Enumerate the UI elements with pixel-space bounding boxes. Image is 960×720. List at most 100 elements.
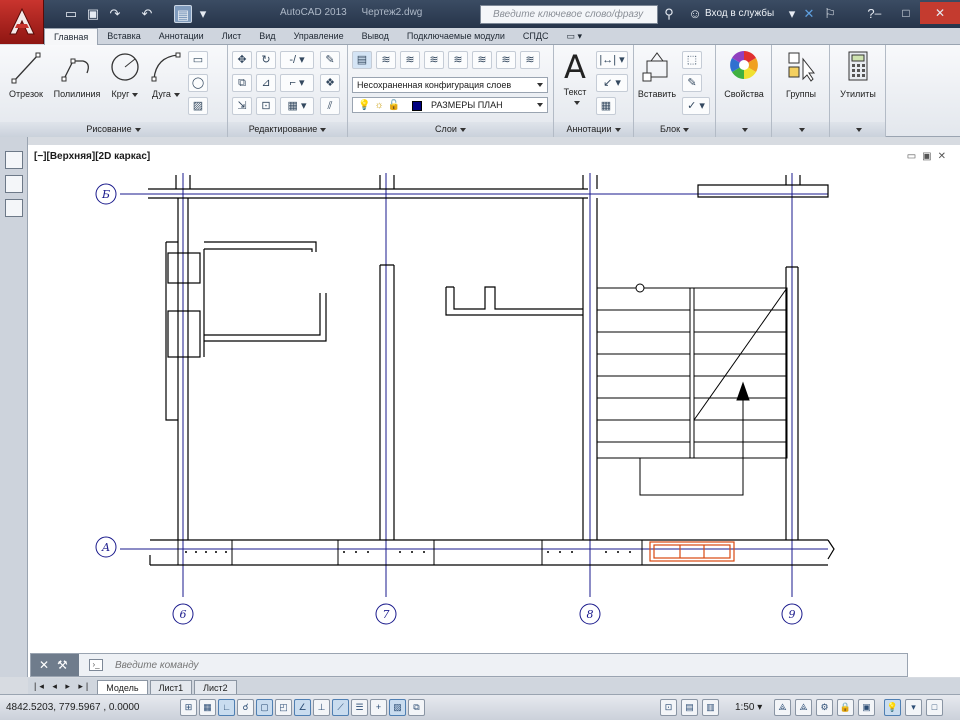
block-panel-title[interactable]: Блок (634, 122, 715, 137)
fillet-icon[interactable]: ⌐ ▾ (280, 74, 314, 92)
layer-state-dropdown[interactable]: Несохраненная конфигурация слоев (352, 77, 548, 93)
explode-icon[interactable]: ❖ (320, 74, 340, 92)
selection-cycling-icon[interactable]: ⧉ (408, 699, 425, 716)
command-input[interactable] (87, 657, 887, 673)
erase-icon[interactable]: ✎ (320, 51, 340, 69)
table-icon[interactable]: ▦ (596, 97, 616, 115)
layer-properties-icon[interactable]: ▤ (352, 51, 372, 69)
ellipse-icon[interactable]: ◯ (188, 74, 208, 92)
quick-properties-icon[interactable]: ▨ (389, 699, 406, 716)
quick-view-drawings-icon[interactable]: ▥ (702, 699, 719, 716)
new-icon[interactable]: ▭ (62, 5, 80, 23)
text-tool[interactable]: A Текст (558, 49, 592, 107)
modify-panel-title[interactable]: Редактирование (228, 122, 347, 137)
snap-mode-icon[interactable]: ⊞ (180, 699, 197, 716)
tab-model[interactable]: Модель (97, 680, 148, 694)
lineweight-icon[interactable]: ☰ (351, 699, 368, 716)
connect-icon[interactable]: ⚐ (821, 5, 839, 23)
rotate-icon[interactable]: ↻ (256, 51, 276, 69)
offset-icon[interactable]: ⫽ (320, 97, 340, 115)
polyline-tool[interactable]: Полилиния (52, 49, 102, 99)
tab-sheet2[interactable]: Лист2 (194, 680, 237, 694)
layer-iso-icon[interactable]: ≋ (400, 51, 420, 69)
properties-panel-expand-icon[interactable] (716, 122, 771, 137)
hardware-acceleration-icon[interactable]: ▣ (858, 699, 875, 716)
grid-mode-icon[interactable]: ▦ (199, 699, 216, 716)
rectangle-icon[interactable]: ▭ (188, 51, 208, 69)
annotation-panel-title[interactable]: Аннотации (554, 122, 633, 137)
lock-ui-icon[interactable]: 🔒 (837, 699, 854, 716)
command-line-controls[interactable]: ✕⚒ (31, 654, 79, 676)
layer-lock-icon[interactable]: ≋ (472, 51, 492, 69)
tab-sheet1[interactable]: Лист1 (149, 680, 193, 694)
tab-view[interactable]: Вид (250, 28, 284, 44)
layer-previous-icon[interactable]: ≋ (520, 51, 540, 69)
groups-tool[interactable]: Группы (776, 49, 826, 99)
save-icon[interactable]: ▣ (84, 5, 102, 23)
array-icon[interactable]: ▦ ▾ (280, 97, 314, 115)
clean-screen-icon[interactable]: □ (926, 699, 943, 716)
tab-insert[interactable]: Вставка (98, 28, 149, 44)
layer-bulb-icon[interactable]: 💡☼🔓 (358, 100, 404, 111)
sheet-set-icon[interactable] (5, 175, 23, 193)
tab-home[interactable]: Главная (44, 28, 99, 45)
attribute-icon[interactable]: ✓ ▾ (682, 97, 710, 115)
model-space-icon[interactable]: ⊡ (660, 699, 677, 716)
undo-icon[interactable]: ↶ (138, 5, 156, 23)
layer-off-icon[interactable]: ≋ (424, 51, 444, 69)
drawing-viewport[interactable]: [−][Верхняя][2D каркас] ▭▣✕ Б А 6 7 8 9 (28, 145, 960, 677)
layer-palette-icon[interactable] (5, 199, 23, 217)
tab-plugins[interactable]: Подключаемые модули (398, 28, 514, 44)
create-block-icon[interactable]: ⬚ (682, 51, 702, 69)
utilities-panel-expand-icon[interactable] (830, 122, 885, 137)
login-label[interactable]: Вход в службы (705, 8, 774, 19)
workspace-icon[interactable]: ▤ (174, 5, 192, 23)
floor-plan[interactable]: Б А 6 7 8 9 (28, 145, 960, 653)
polar-tracking-icon[interactable]: ☌ (237, 699, 254, 716)
binoculars-icon[interactable]: ⚲ (660, 5, 678, 23)
layer-state-icon[interactable]: ≋ (376, 51, 396, 69)
layers-panel-title[interactable]: Слои (348, 122, 553, 137)
object-tracking-icon[interactable]: ∠ (294, 699, 311, 716)
layer-match-icon[interactable]: ≋ (496, 51, 516, 69)
insert-tool[interactable]: Вставить (636, 49, 678, 99)
groups-panel-expand-icon[interactable] (772, 122, 829, 137)
leader-icon[interactable]: ↙ ▾ (596, 74, 628, 92)
exchange-icon[interactable]: ✕ (800, 5, 818, 23)
layout-nav-arrows[interactable]: |◂ ◂ ▸ ▸| (28, 678, 97, 694)
ortho-mode-icon[interactable]: ∟ (218, 699, 235, 716)
user-icon[interactable]: ☺ (686, 5, 704, 23)
move-icon[interactable]: ✥ (232, 51, 252, 69)
draw-panel-title[interactable]: Рисование (0, 122, 227, 137)
layer-freeze-icon[interactable]: ≋ (448, 51, 468, 69)
redo-icon[interactable]: ↷ (106, 5, 124, 23)
workspace-switch-icon[interactable]: ⚙ (816, 699, 833, 716)
3d-osnap-icon[interactable]: ◰ (275, 699, 292, 716)
arc-tool[interactable]: Дуга (148, 49, 184, 99)
tab-annotate[interactable]: Аннотации (150, 28, 213, 44)
status-menu-icon[interactable]: ▾ (905, 699, 922, 716)
auto-scale-icon[interactable]: ⟁ (795, 699, 812, 716)
selected-window[interactable] (649, 541, 735, 562)
hatch-icon[interactable]: ▨ (188, 97, 208, 115)
annotation-scale[interactable]: 1:50 ▾ (735, 702, 762, 713)
close-icon[interactable]: ✕ (920, 2, 960, 24)
stretch-icon[interactable]: ⇲ (232, 97, 252, 115)
dynamic-input-icon[interactable]: ⟋ (332, 699, 349, 716)
copy-icon[interactable]: ⧉ (232, 74, 252, 92)
ribbon-minimize-icon[interactable]: ▭ ▾ (557, 28, 591, 44)
coordinates-readout[interactable]: 4842.5203, 779.5967 , 0.0000 (6, 702, 139, 713)
quick-access-dropdown-icon[interactable]: ▾ (194, 5, 212, 23)
isolate-objects-icon[interactable]: 💡 (884, 699, 901, 716)
object-snap-icon[interactable]: ▢ (256, 699, 273, 716)
dynamic-ucs-icon[interactable]: ⊥ (313, 699, 330, 716)
app-menu-button[interactable] (0, 0, 44, 44)
quick-view-layouts-icon[interactable]: ▤ (681, 699, 698, 716)
tab-spds[interactable]: СПДС (514, 28, 558, 44)
trim-icon[interactable]: -/ ▾ (280, 51, 314, 69)
tab-output[interactable]: Вывод (353, 28, 398, 44)
utilities-tool[interactable]: Утилиты (832, 49, 884, 99)
properties-tool[interactable]: Свойства (720, 49, 768, 99)
stair-grip[interactable] (635, 283, 645, 293)
layout-palette-icon[interactable] (5, 151, 23, 169)
